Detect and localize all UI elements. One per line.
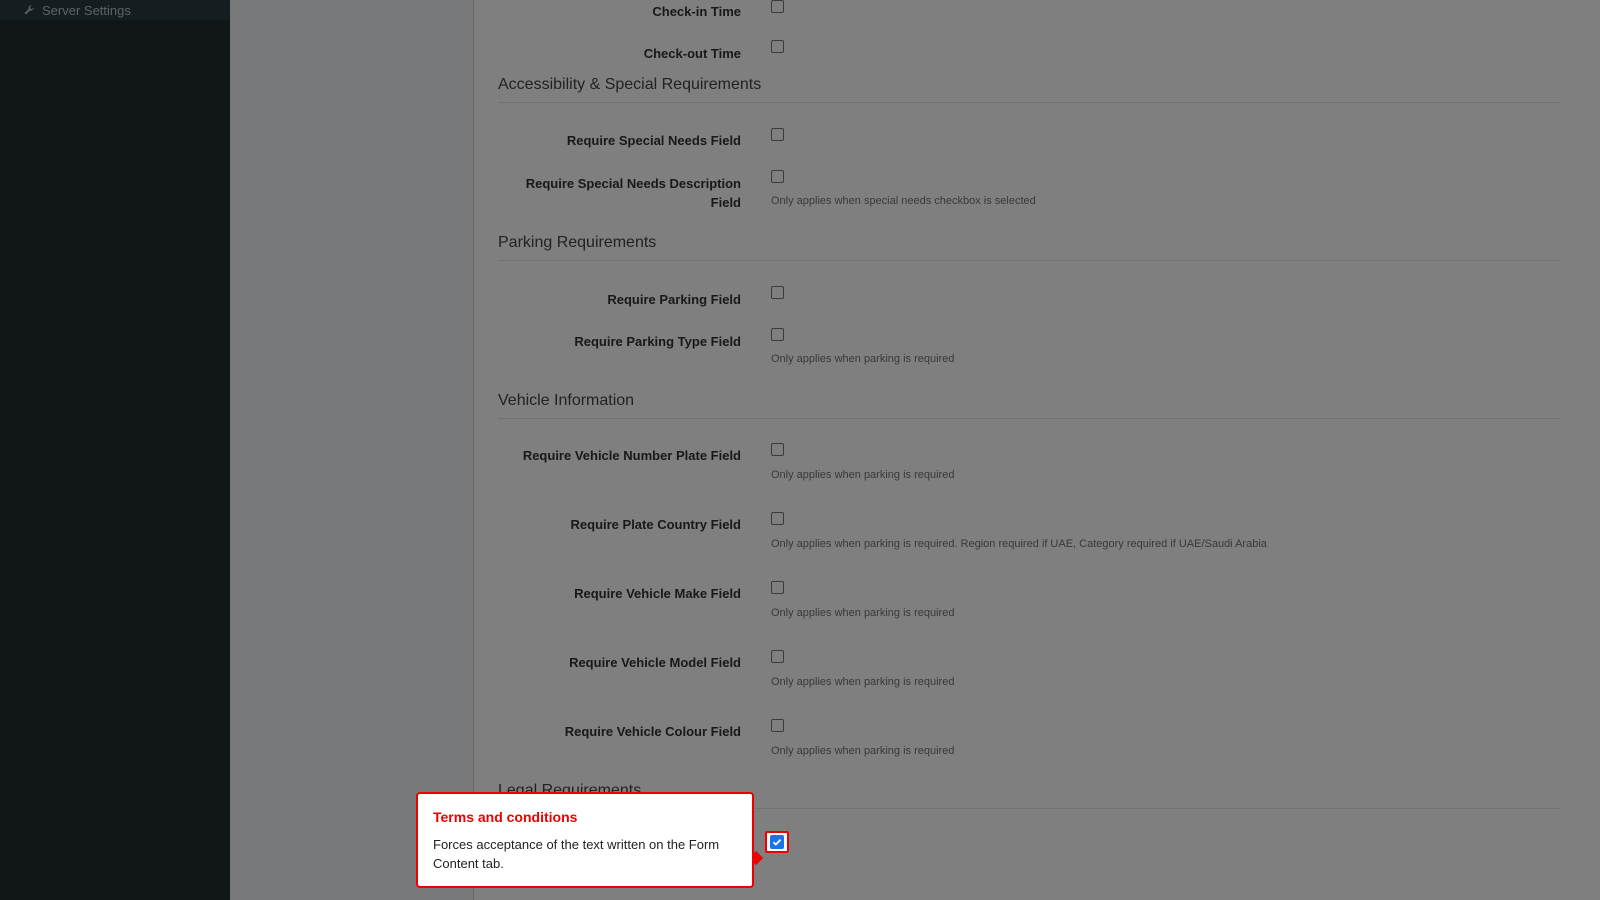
sidebar-item-label: Server Settings <box>42 2 131 18</box>
checkbox-check-out-time[interactable] <box>771 40 784 53</box>
checkbox-require-vehicle-colour[interactable] <box>771 719 784 732</box>
help-vehicle-number-plate: Only applies when parking is required <box>771 469 955 481</box>
checkbox-require-plate-country[interactable] <box>771 512 784 525</box>
label-check-in-time: Check-in Time <box>652 4 741 19</box>
help-vehicle-model: Only applies when parking is required <box>771 676 955 688</box>
checkbox-require-parking[interactable] <box>771 286 784 299</box>
label-require-vehicle-make: Require Vehicle Make Field <box>574 586 741 601</box>
sidebar: Server Settings <box>0 0 230 900</box>
label-require-parking-type: Require Parking Type Field <box>574 334 741 349</box>
checkbox-require-vehicle-make[interactable] <box>771 581 784 594</box>
checkbox-require-special-needs-description[interactable] <box>771 170 784 183</box>
section-title-vehicle-information: Vehicle Information <box>498 392 1560 419</box>
label-check-out-time: Check-out Time <box>643 46 741 61</box>
help-vehicle-make: Only applies when parking is required <box>771 607 955 619</box>
help-special-needs-description: Only applies when special needs checkbox… <box>771 195 1036 207</box>
label-require-plate-country: Require Plate Country Field <box>570 517 741 532</box>
help-vehicle-colour: Only applies when parking is required <box>771 745 955 757</box>
tooltip-title: Terms and conditions <box>433 809 578 825</box>
checkbox-require-vehicle-number-plate[interactable] <box>771 443 784 456</box>
checkbox-require-vehicle-model[interactable] <box>771 650 784 663</box>
section-title-parking: Parking Requirements <box>498 234 1560 261</box>
tour-tooltip: Terms and conditions Forces acceptance o… <box>416 792 754 888</box>
label-require-special-needs-description: Require Special Needs Description Field <box>525 176 741 210</box>
help-plate-country: Only applies when parking is required. R… <box>771 538 1267 550</box>
label-require-vehicle-model: Require Vehicle Model Field <box>569 655 741 670</box>
highlighted-terms-checkbox[interactable] <box>765 831 789 853</box>
checkbox-require-special-needs[interactable] <box>771 128 784 141</box>
sidebar-item-server-settings[interactable]: Server Settings <box>0 0 230 20</box>
section-title-accessibility: Accessibility & Special Requirements <box>498 76 1560 103</box>
label-require-vehicle-number-plate: Require Vehicle Number Plate Field <box>522 448 741 463</box>
tooltip-body: Forces acceptance of the text written on… <box>433 837 720 871</box>
label-require-special-needs: Require Special Needs Field <box>566 133 741 148</box>
help-parking-type: Only applies when parking is required <box>771 353 955 365</box>
label-require-parking: Require Parking Field <box>607 292 741 307</box>
wrench-icon <box>22 3 36 17</box>
label-require-vehicle-colour: Require Vehicle Colour Field <box>564 724 741 739</box>
checkbox-require-parking-type[interactable] <box>771 328 784 341</box>
checkbox-checked-icon <box>770 835 784 849</box>
checkbox-check-in-time[interactable] <box>771 0 784 13</box>
